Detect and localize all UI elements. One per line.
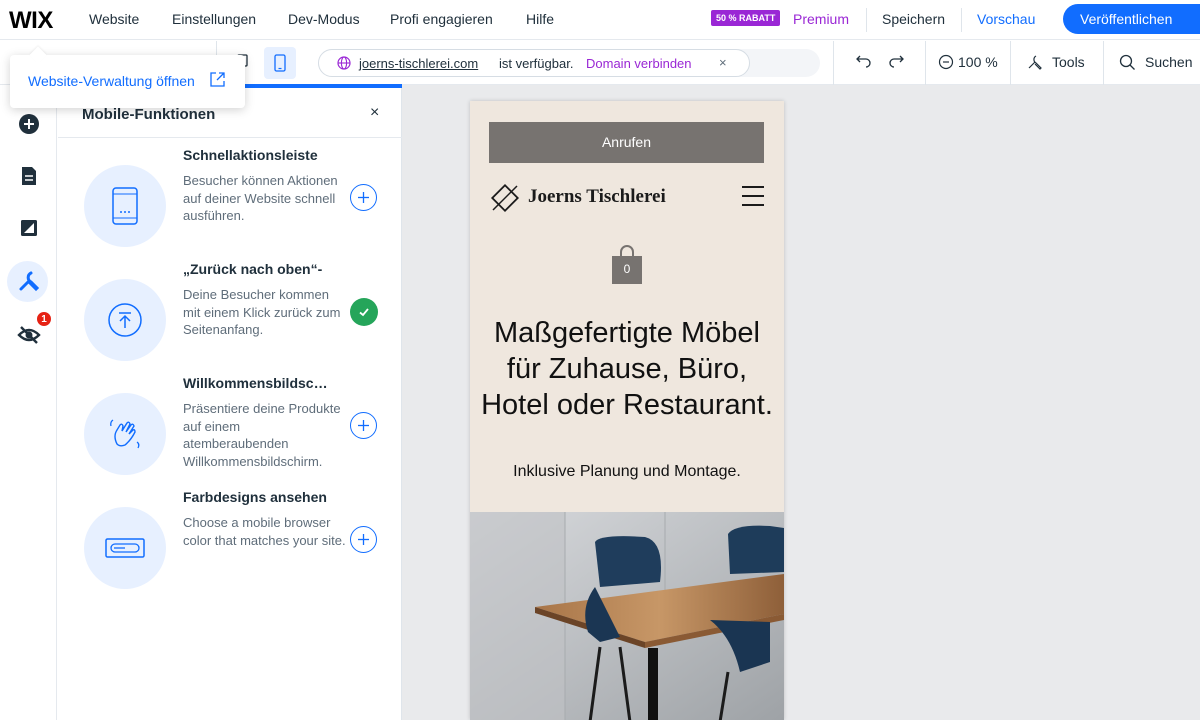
site-management-link[interactable]: Website-Verwaltung öffnen xyxy=(28,73,195,89)
url-availability: ist verfügbar. xyxy=(499,56,574,71)
pages-button[interactable] xyxy=(0,156,57,196)
hero-headline[interactable]: Maßgefertigte Möbel für Zuhause, Büro, H… xyxy=(480,315,774,423)
back-to-top-icon xyxy=(108,303,142,337)
mobile-view-button[interactable] xyxy=(264,47,296,79)
globe-icon xyxy=(337,56,351,70)
external-link-icon xyxy=(210,72,225,87)
wix-logo[interactable]: WIX xyxy=(9,7,53,35)
feature-quick-action-bar[interactable]: Schnellaktionsleiste Besucher können Akt… xyxy=(58,147,402,262)
tools-button[interactable]: Tools xyxy=(1052,54,1085,70)
panel-title: Mobile-Funktionen xyxy=(82,106,216,123)
feature-description: Besucher können Aktionen auf deiner Webs… xyxy=(183,173,338,223)
feature-added-indicator[interactable] xyxy=(350,298,378,326)
hero-subline[interactable]: Inklusive Planung und Montage. xyxy=(480,463,774,481)
plus-icon xyxy=(358,192,369,203)
publish-button[interactable]: Veröffentlichen xyxy=(1063,4,1200,34)
undo-icon[interactable] xyxy=(855,53,873,71)
connect-domain-link[interactable]: Domain verbinden xyxy=(586,56,692,71)
left-rail: 1 xyxy=(0,85,57,720)
site-management-tooltip[interactable]: Website-Verwaltung öffnen xyxy=(10,55,245,108)
feature-description: Präsentiere deine Produkte auf einem ate… xyxy=(183,401,341,469)
divider xyxy=(961,8,962,32)
feature-illustration xyxy=(84,507,166,589)
mobile-site-preview[interactable]: Anrufen Joerns Tischlerei 0 Maßgefertigt… xyxy=(470,101,784,720)
menu-hire-pro[interactable]: Profi engagieren xyxy=(390,11,493,27)
add-elements-button[interactable] xyxy=(0,104,57,144)
site-url[interactable]: joerns-tischlerei.com xyxy=(359,56,478,71)
feature-title: Farbdesigns ansehen xyxy=(183,489,327,505)
redo-icon[interactable] xyxy=(887,53,905,71)
plus-icon xyxy=(358,534,369,545)
url-bar: joerns-tischlerei.com ist verfügbar. Dom… xyxy=(318,49,820,77)
add-feature-button[interactable] xyxy=(350,526,377,553)
diamond-logo-icon xyxy=(490,183,520,213)
theme-icon xyxy=(20,220,37,236)
plus-circle-icon xyxy=(18,114,39,134)
call-button[interactable]: Anrufen xyxy=(489,122,764,163)
notification-badge: 1 xyxy=(36,311,52,327)
sale-badge[interactable]: 50 % RABATT xyxy=(711,10,781,26)
save-button[interactable]: Speichern xyxy=(882,11,945,27)
premium-link[interactable]: Premium xyxy=(793,11,849,27)
feature-back-to-top[interactable]: „Zurück nach oben“- Deine Besucher komme… xyxy=(58,261,402,376)
phone-icon xyxy=(112,187,138,225)
menu-settings[interactable]: Einstellungen xyxy=(172,11,256,27)
menu-dev-mode[interactable]: Dev-Modus xyxy=(288,11,360,27)
hamburger-menu-icon[interactable] xyxy=(742,186,764,213)
feature-illustration xyxy=(84,279,166,361)
wrench-icon xyxy=(19,271,39,292)
divider xyxy=(925,41,926,85)
wave-hand-icon xyxy=(110,419,140,449)
divider xyxy=(1010,41,1011,85)
feature-title: „Zurück nach oben“- xyxy=(183,261,323,277)
mobile-icon xyxy=(274,54,286,72)
design-button[interactable] xyxy=(0,208,57,248)
editor-canvas[interactable]: Anrufen Joerns Tischlerei 0 Maßgefertigt… xyxy=(402,85,1200,720)
tools-icon[interactable] xyxy=(1026,54,1043,71)
plus-icon xyxy=(358,420,369,431)
feature-title: Willkommensbildsc… xyxy=(183,375,328,391)
search-icon[interactable] xyxy=(1119,54,1136,71)
page-icon xyxy=(21,167,36,185)
divider xyxy=(866,8,867,32)
feature-color-designs[interactable]: Farbdesigns ansehen Choose a mobile brow… xyxy=(58,489,402,604)
mobile-tools-button[interactable] xyxy=(0,261,57,301)
feature-description: Deine Besucher kommen mit einem Klick zu… xyxy=(183,287,341,337)
feature-welcome-screen[interactable]: Willkommensbildsc… Präsentiere deine Pro… xyxy=(58,375,402,490)
site-brand-name[interactable]: Joerns Tischlerei xyxy=(528,186,666,208)
cart-count: 0 xyxy=(623,262,631,276)
checkmark-icon xyxy=(359,308,369,317)
feature-illustration xyxy=(84,393,166,475)
close-icon[interactable]: × xyxy=(719,55,727,70)
divider xyxy=(833,41,834,85)
domain-notice: joerns-tischlerei.com ist verfügbar. Dom… xyxy=(318,49,750,77)
preview-button[interactable]: Vorschau xyxy=(977,11,1035,27)
zoom-out-icon[interactable] xyxy=(938,54,954,70)
divider xyxy=(1103,41,1104,85)
close-icon[interactable]: × xyxy=(370,104,379,122)
menu-website[interactable]: Website xyxy=(89,11,139,27)
top-bar: WIX Website Einstellungen Dev-Modus Prof… xyxy=(0,0,1200,40)
hidden-eye-icon xyxy=(16,326,41,344)
browser-bar-icon xyxy=(105,538,145,558)
feature-description: Choose a mobile browser color that match… xyxy=(183,515,346,548)
add-feature-button[interactable] xyxy=(350,184,377,211)
zoom-level[interactable]: 100 % xyxy=(958,54,998,70)
hero-image[interactable] xyxy=(470,512,784,720)
menu-help[interactable]: Hilfe xyxy=(526,11,554,27)
feature-illustration xyxy=(84,165,166,247)
add-feature-button[interactable] xyxy=(350,412,377,439)
dining-table-photo xyxy=(470,512,784,720)
search-button[interactable]: Suchen xyxy=(1145,54,1192,70)
feature-title: Schnellaktionsleiste xyxy=(183,147,318,163)
mobile-features-panel: Mobile-Funktionen × Schnellaktionsleiste… xyxy=(58,88,402,720)
